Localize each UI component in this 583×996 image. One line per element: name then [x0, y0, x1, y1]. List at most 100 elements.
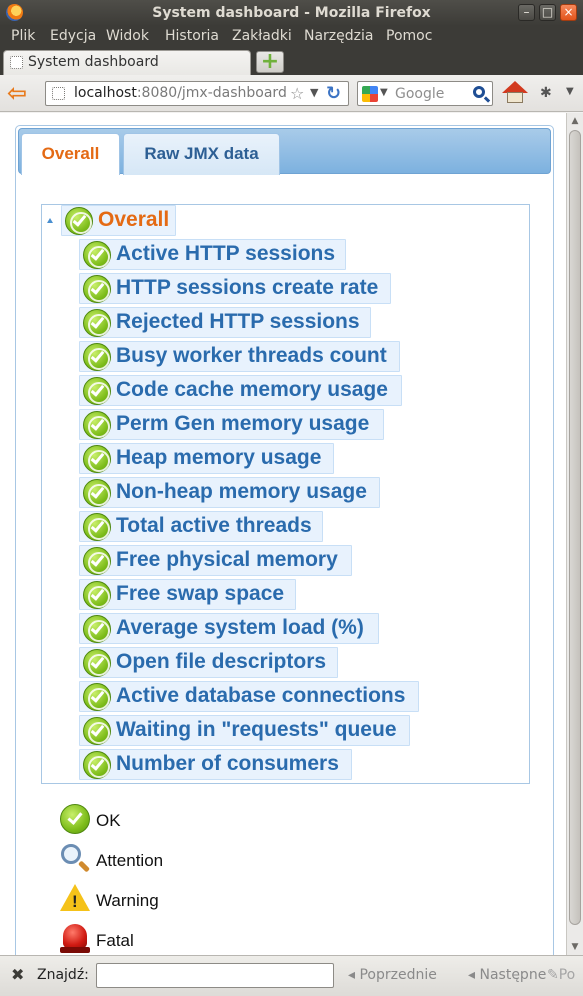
- ok-status-icon: [83, 343, 111, 371]
- tree-node-label: Open file descriptors: [116, 650, 327, 673]
- tree-node-label: Heap memory usage: [116, 446, 322, 469]
- back-button[interactable]: ⇦: [7, 81, 35, 105]
- navigation-bar: ⇦ localhost:8080/jmx-dashboard/ ☆ ▼ ↻ ▼ …: [0, 75, 583, 112]
- firebug-icon[interactable]: ✱: [540, 85, 552, 101]
- vertical-scrollbar[interactable]: ▲ ▼: [566, 113, 583, 955]
- legend-fatal: Fatal: [60, 924, 260, 955]
- tree-item[interactable]: Heap memory usage: [79, 443, 334, 474]
- scroll-thumb[interactable]: [569, 130, 581, 925]
- new-tab-button[interactable]: +: [256, 51, 284, 73]
- home-button[interactable]: [502, 81, 528, 105]
- tree-root-overall[interactable]: Overall: [61, 205, 176, 236]
- ok-status-icon: [83, 377, 111, 405]
- tree-node-label: Free physical memory: [116, 548, 338, 571]
- tree-node-label: Total active threads: [116, 514, 312, 537]
- search-engine-dropdown-icon[interactable]: ▼: [380, 87, 388, 98]
- tree-item[interactable]: Average system load (%): [79, 613, 379, 644]
- tab-raw-jmx-data[interactable]: Raw JMX data: [123, 133, 280, 175]
- scroll-up-icon[interactable]: ▲: [567, 113, 583, 129]
- menu-zakladki[interactable]: Zakładki: [232, 28, 292, 44]
- collapse-triangle-icon[interactable]: [47, 218, 53, 223]
- toolbar-overflow-icon[interactable]: ▼: [566, 86, 574, 97]
- legend-ok: OK: [60, 804, 260, 836]
- maximize-button[interactable]: □: [539, 4, 556, 21]
- tree-node-label: HTTP sessions create rate: [116, 276, 379, 299]
- url-host: localhost: [74, 85, 137, 101]
- ok-status-icon: [83, 615, 111, 643]
- google-icon[interactable]: [362, 86, 378, 102]
- tree-node-label: Number of consumers: [116, 752, 339, 775]
- scroll-down-icon[interactable]: ▼: [567, 939, 583, 955]
- ok-status-icon: [83, 445, 111, 473]
- url-path: :8080/jmx-dashboard/: [136, 85, 286, 101]
- bookmark-star-icon[interactable]: ☆: [290, 84, 304, 103]
- ok-status-icon: [83, 513, 111, 541]
- find-input[interactable]: [96, 963, 334, 988]
- legend-label: Attention: [96, 851, 164, 870]
- tree-item[interactable]: Rejected HTTP sessions: [79, 307, 371, 338]
- tree-item[interactable]: Waiting in "requests" queue: [79, 715, 410, 746]
- tree-node-label: Overall: [98, 208, 170, 231]
- menu-historia[interactable]: Historia: [165, 28, 219, 44]
- find-label: Znajdź:: [37, 967, 89, 983]
- close-button[interactable]: ×: [560, 4, 577, 21]
- ok-status-icon: [83, 717, 111, 745]
- tree-item[interactable]: Active HTTP sessions: [79, 239, 346, 270]
- history-dropdown-icon[interactable]: ▼: [310, 86, 318, 99]
- highlight-all-button[interactable]: ✎Po: [547, 967, 575, 983]
- find-next-label: Następne: [479, 967, 547, 983]
- tree-item[interactable]: Total active threads: [79, 511, 323, 542]
- highlight-label: Po: [558, 967, 576, 983]
- tree-node-label: Waiting in "requests" queue: [116, 718, 397, 741]
- tree-item[interactable]: Free physical memory: [79, 545, 352, 576]
- ok-status-icon: [83, 241, 111, 269]
- url-text[interactable]: localhost:8080/jmx-dashboard/: [74, 85, 286, 101]
- page-viewport: Overall Raw JMX data Overall Active HTTP…: [0, 113, 566, 955]
- legend-label: Warning: [96, 891, 159, 910]
- search-icon[interactable]: [473, 86, 485, 98]
- tab-strip: System dashboard +: [0, 48, 583, 75]
- tree-item[interactable]: Perm Gen memory usage: [79, 409, 384, 440]
- tree-item[interactable]: Code cache memory usage: [79, 375, 402, 406]
- find-previous-label: Poprzednie: [359, 967, 437, 983]
- tree-item[interactable]: Active database connections: [79, 681, 419, 712]
- find-next-button[interactable]: ◂ Następne: [468, 967, 546, 983]
- menu-bar: Plik Edycja Widok Historia Zakładki Narz…: [0, 26, 583, 48]
- tree-item[interactable]: Free swap space: [79, 579, 296, 610]
- tab-overall[interactable]: Overall: [21, 133, 120, 175]
- legend-label: Fatal: [96, 931, 134, 950]
- close-find-icon[interactable]: ✖: [11, 965, 24, 984]
- menu-pomoc[interactable]: Pomoc: [386, 28, 432, 44]
- menu-edycja[interactable]: Edycja: [50, 28, 96, 44]
- legend-warning: ! Warning: [60, 884, 260, 916]
- ok-status-icon: [83, 411, 111, 439]
- menu-narzedzia[interactable]: Narzędzia: [304, 28, 373, 44]
- ok-status-icon: [83, 581, 111, 609]
- tree-node-label: Average system load (%): [116, 616, 364, 639]
- tree-node-label: Code cache memory usage: [116, 378, 388, 401]
- tree-item[interactable]: Number of consumers: [79, 749, 352, 780]
- page-icon: [10, 56, 23, 69]
- reload-icon[interactable]: ↻: [326, 83, 341, 104]
- alarm-bell-icon: [60, 924, 90, 954]
- dashboard-panel: Overall Raw JMX data Overall Active HTTP…: [15, 125, 554, 955]
- tree-node-label: Free swap space: [116, 582, 285, 605]
- find-previous-button[interactable]: ◂ Poprzednie: [348, 967, 437, 983]
- search-placeholder: Google: [395, 86, 445, 102]
- tree-item[interactable]: Non-heap memory usage: [79, 477, 380, 508]
- browser-tab[interactable]: System dashboard: [3, 50, 251, 75]
- ok-status-icon: [83, 479, 111, 507]
- tree-node-label: Active database connections: [116, 684, 406, 707]
- page-tab-bar: Overall Raw JMX data: [18, 128, 551, 175]
- tree-item[interactable]: Open file descriptors: [79, 647, 338, 678]
- menu-widok[interactable]: Widok: [106, 28, 149, 44]
- search-bar[interactable]: ▼ Google: [357, 81, 493, 106]
- ok-status-icon: [83, 751, 111, 779]
- tree-item[interactable]: HTTP sessions create rate: [79, 273, 391, 304]
- minimize-button[interactable]: –: [518, 4, 535, 21]
- tree-item[interactable]: Busy worker threads count: [79, 341, 400, 372]
- url-bar[interactable]: localhost:8080/jmx-dashboard/ ☆ ▼ ↻: [45, 81, 349, 106]
- tree-node-label: Busy worker threads count: [116, 344, 387, 367]
- title-bar: System dashboard - Mozilla Firefox – □ ×: [0, 0, 583, 26]
- menu-plik[interactable]: Plik: [11, 28, 35, 44]
